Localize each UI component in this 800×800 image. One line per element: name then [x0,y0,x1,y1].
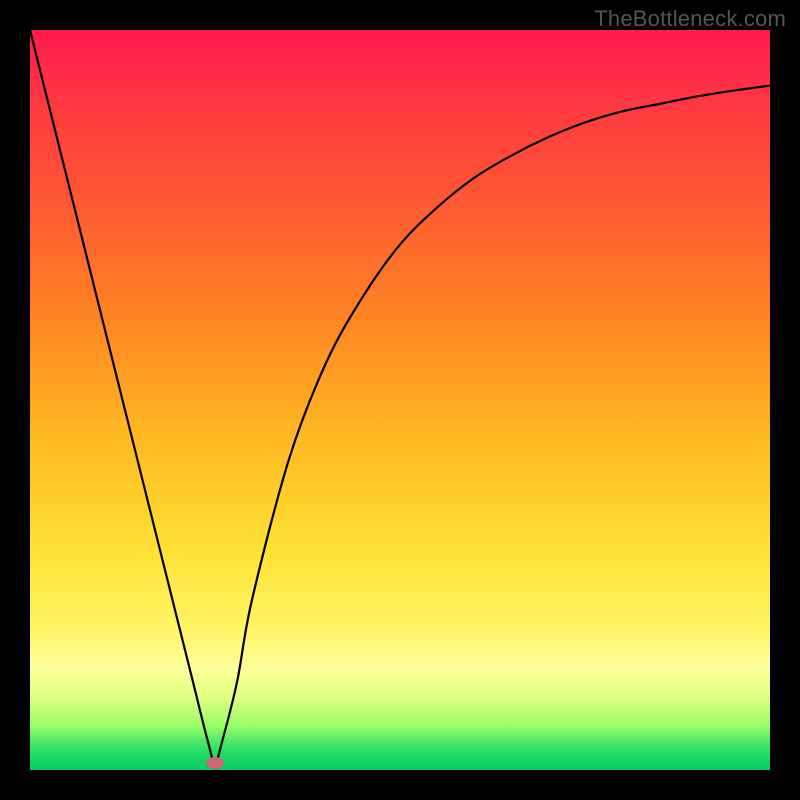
chart-frame: TheBottleneck.com [0,0,800,800]
bottleneck-curve [30,30,770,770]
watermark-text: TheBottleneck.com [594,6,786,32]
minimum-marker [206,757,224,769]
plot-area [30,30,770,770]
